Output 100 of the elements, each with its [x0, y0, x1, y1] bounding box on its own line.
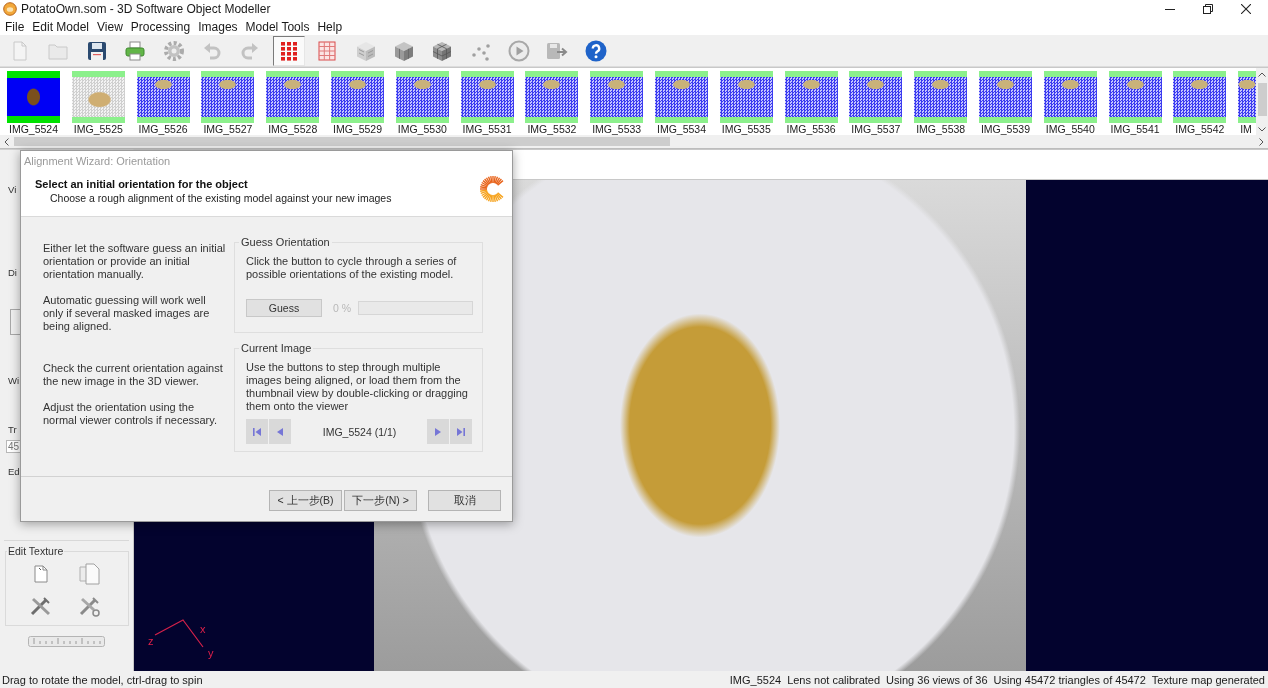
thumbnail-label: IMG_5532: [526, 123, 577, 135]
thumbnail-label: IMG_5540: [1044, 123, 1095, 135]
thumbnail-label: IMG_5535: [720, 123, 771, 135]
thumbnail-label: IMG_5531: [461, 123, 512, 135]
thumbnail-image[interactable]: [849, 71, 903, 123]
section-label: Vi: [8, 183, 17, 196]
thumbnail-image[interactable]: [7, 71, 60, 123]
dialog-subheading: Choose a rough alignment of the existing model against your new images: [50, 192, 392, 204]
dialog-title: Alignment Wizard: Orientation: [24, 155, 171, 167]
menu-item[interactable]: File: [2, 18, 28, 35]
first-image-button[interactable]: [246, 419, 268, 444]
scrollbar-thumb[interactable]: [1257, 83, 1267, 116]
group-description: Click the button to cycle through a series of possible orientations of the existing model.: [246, 255, 458, 281]
wizard-button[interactable]: < 上一步(B): [269, 490, 342, 511]
skip-first-icon: [253, 427, 261, 436]
thumbnail-label: IMG_5528: [267, 123, 318, 135]
thumbnail-image[interactable]: [395, 71, 449, 123]
status-text: Using 45472 triangles of 45472: [993, 673, 1146, 686]
chevron-up-icon[interactable]: [1258, 72, 1266, 77]
horizontal-scrollbar[interactable]: [0, 135, 1268, 148]
thumbnail-label: IMG_5527: [202, 123, 253, 135]
group-description: Use the buttons to step through multiple images being aligned, or load them from the thumbnail view by double-clicking or dragging them onto the viewer: [246, 361, 469, 413]
thumbnail-image[interactable]: [1173, 71, 1227, 123]
thumbnail-image[interactable]: [201, 71, 255, 123]
play-icon: [508, 39, 531, 62]
thumbnail-image[interactable]: [1108, 71, 1162, 123]
thumbnail-image[interactable]: [978, 71, 1032, 123]
chevron-down-icon[interactable]: [1258, 127, 1266, 132]
thumbnail-image[interactable]: [136, 71, 190, 123]
thumbnail-image[interactable]: [266, 71, 320, 123]
menu-item[interactable]: View: [94, 18, 126, 35]
thumbnail-image[interactable]: [331, 71, 384, 123]
thumbnail-label: IMG_5529: [332, 123, 382, 135]
menu-item[interactable]: Images: [195, 18, 241, 35]
window-title: PotatoOwn.som - 3D Software Object Modeller: [21, 2, 271, 16]
cube-icon: [392, 39, 415, 62]
group-title: Guess Orientation: [240, 236, 331, 248]
thumbnail-image[interactable]: [719, 71, 773, 123]
thumbnail-label: IM: [1239, 123, 1252, 135]
thumbnail-label: IMG_5526: [137, 123, 188, 135]
textured-cube-icon: [354, 39, 377, 62]
thumbnail-label: IMG_5536: [785, 123, 836, 135]
chevron-left-icon[interactable]: [4, 137, 9, 146]
status-text: Lens not calibrated: [787, 673, 881, 686]
section-label: Ed: [8, 465, 20, 478]
thumbnail-image[interactable]: [654, 71, 708, 123]
axis-label: y: [208, 647, 214, 659]
previous-icon: [277, 427, 283, 436]
group-title: Current Image: [240, 342, 313, 354]
scrollbar-thumb[interactable]: [14, 137, 670, 146]
status-text: IMG_5524: [729, 673, 782, 686]
menu-item[interactable]: Model Tools: [242, 18, 313, 35]
toolbar-button[interactable]: [272, 35, 305, 66]
thumbnail-label: IMG_5537: [850, 123, 901, 135]
status-text: Using 36 views of 36: [886, 673, 988, 686]
chevron-right-icon[interactable]: [1259, 137, 1264, 146]
ruler-icon: [28, 636, 105, 647]
previous-image-button[interactable]: [269, 419, 291, 444]
group-title: Edit Texture: [7, 545, 65, 557]
thumbnail-image[interactable]: [71, 71, 125, 123]
thumbnail-image[interactable]: [784, 71, 838, 123]
input-field[interactable]: 45: [6, 440, 20, 453]
thumbnail-image[interactable]: [525, 71, 579, 123]
wizard-button[interactable]: 取消: [428, 490, 501, 511]
help-icon: [584, 39, 607, 62]
settings-icon: [162, 39, 185, 62]
tools-settings-icon[interactable]: [78, 595, 101, 617]
crossed-tools-icon[interactable]: [29, 595, 52, 617]
thumbnail-image[interactable]: [460, 71, 514, 123]
thumbnail-label: IMG_5533: [591, 123, 642, 135]
menu-item[interactable]: Processing: [127, 18, 194, 35]
guess-button[interactable]: Guess: [246, 299, 322, 317]
minimize-icon: [1165, 8, 1175, 10]
close-icon: [1241, 4, 1251, 14]
instruction-text: Either let the software guess an initial orientation or provide an initial orientation manually.: [43, 242, 227, 281]
instruction-text: Adjust the orientation using the normal viewer controls if necessary.: [43, 401, 219, 427]
segmented-cube-icon: [431, 39, 454, 62]
next-image-button[interactable]: [427, 419, 449, 444]
printer-icon: [124, 39, 147, 62]
thumbnail-image[interactable]: [914, 71, 968, 123]
thumbnail-image[interactable]: [1043, 71, 1097, 123]
thumbnail-label: IMG_5539: [979, 123, 1030, 135]
thumbnail-image[interactable]: [590, 71, 644, 123]
thumbnail-label: IMG_5541: [1109, 123, 1160, 135]
thumbnail-image[interactable]: [1238, 71, 1256, 123]
menu-item[interactable]: Edit Model: [29, 18, 93, 35]
image-label: IMG_5524 (1/1): [321, 425, 398, 438]
thumbnail-label: IMG_5534: [655, 123, 706, 135]
thumbnail-label: IMG_5530: [396, 123, 447, 135]
thumbnail-label: IMG_5538: [915, 123, 966, 135]
instruction-text: Check the current orientation against the new image in the 3D viewer.: [43, 362, 224, 388]
wizard-button[interactable]: 下一步(N) >: [344, 490, 417, 511]
last-image-button[interactable]: [450, 419, 472, 444]
thumbnail-label: IMG_5542: [1174, 123, 1225, 135]
menu-item[interactable]: Help: [314, 18, 346, 35]
table-grid-icon: [316, 39, 339, 62]
document-icon[interactable]: [33, 565, 48, 583]
vertical-scrollbar[interactable]: [1256, 68, 1268, 135]
thumbnail-label: IMG_5524: [8, 123, 59, 135]
next-icon: [435, 427, 441, 436]
